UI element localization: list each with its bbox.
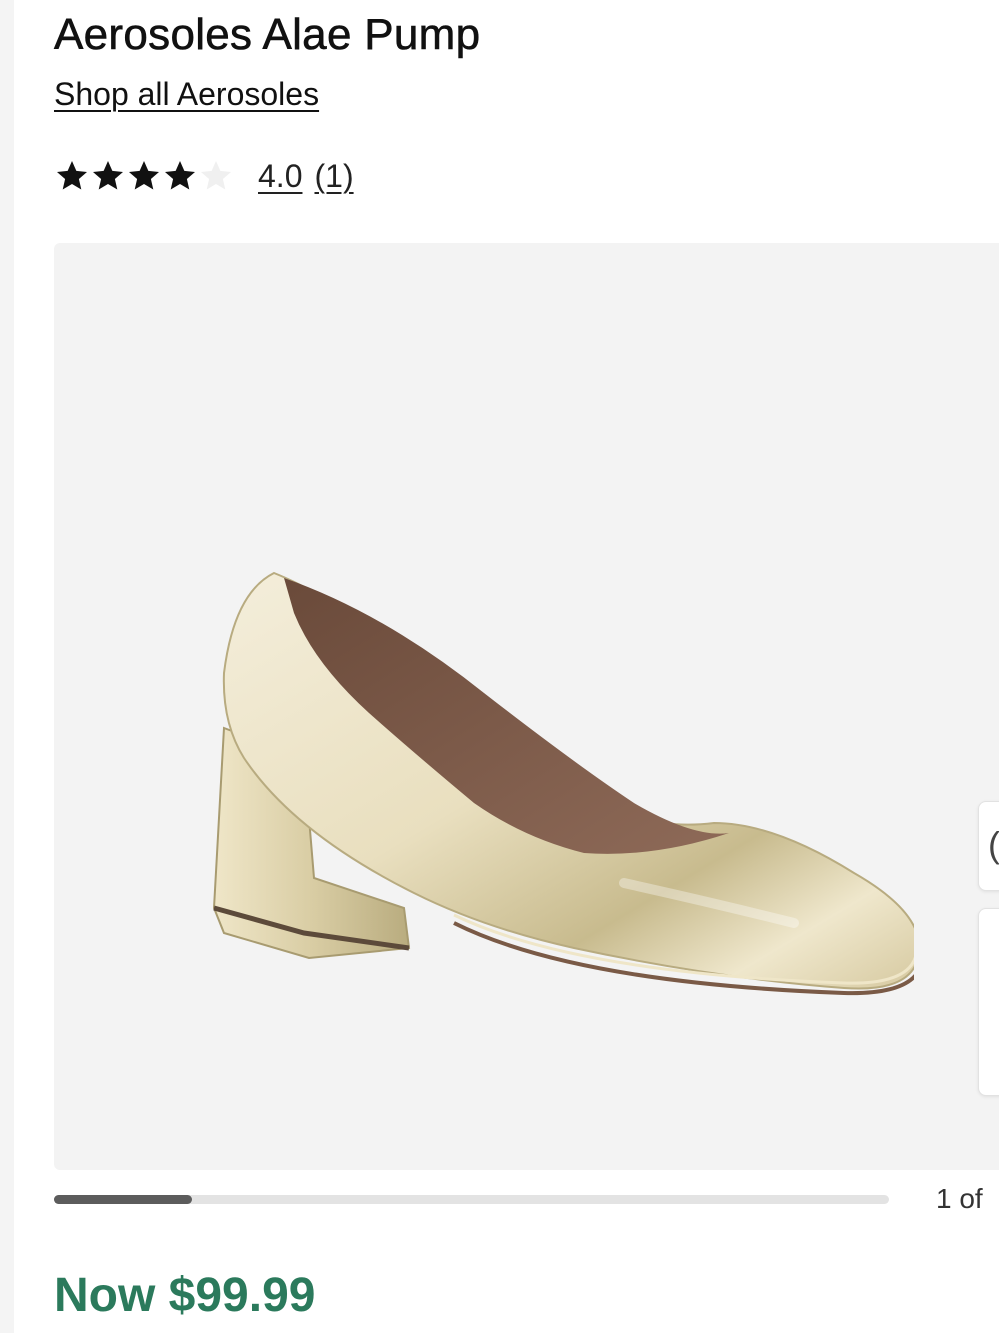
rating-value[interactable]: 4.0 <box>258 158 302 195</box>
star-filled-icon <box>57 161 87 190</box>
star-empty-icon <box>201 161 231 190</box>
gallery-progress-bar <box>54 1195 889 1204</box>
star-filled-icon <box>129 161 159 190</box>
review-count[interactable]: (1) <box>314 158 353 195</box>
gallery-counter: 1 of <box>936 1183 983 1214</box>
side-button-glyph: ( <box>988 824 999 865</box>
rating-summary[interactable]: 4.0 (1) <box>54 150 354 202</box>
gallery-progress-fill <box>54 1195 192 1204</box>
product-image-gallery[interactable]: ( <box>54 243 999 1170</box>
gallery-side-panel[interactable] <box>978 908 999 1096</box>
product-title: Aerosoles Alae Pump <box>54 10 481 60</box>
star-filled-icon <box>93 161 123 190</box>
sale-price: Now $99.99 <box>54 1269 316 1322</box>
shop-all-brand-link[interactable]: Shop all Aerosoles <box>54 76 319 113</box>
star-filled-icon <box>165 161 195 190</box>
product-page: Aerosoles Alae Pump Shop all Aerosoles 4… <box>14 0 999 1333</box>
shoe-product-image <box>212 571 914 996</box>
star-rating <box>54 158 244 194</box>
gallery-side-button[interactable]: ( <box>978 801 999 891</box>
